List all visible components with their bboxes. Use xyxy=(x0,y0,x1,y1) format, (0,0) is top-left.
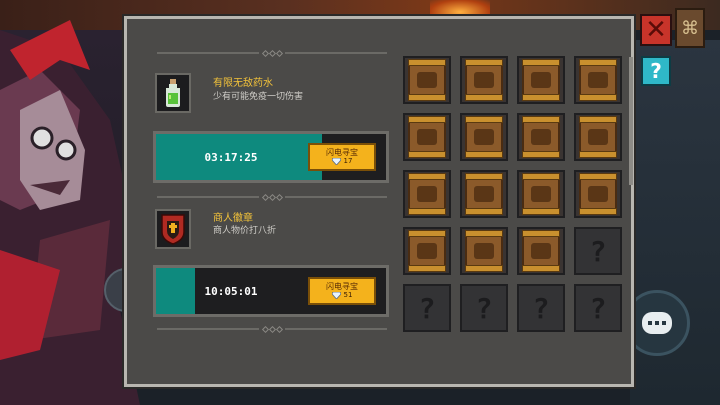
gem-icon xyxy=(331,291,341,299)
treasure-slot-scroll[interactable] xyxy=(403,56,451,104)
timer-text: 10:05:01 xyxy=(204,284,258,298)
treasure-scroll-icon xyxy=(579,116,617,158)
scroll-emblem xyxy=(474,243,494,259)
timer-text: 03:17:25 xyxy=(204,150,258,164)
scroll-emblem xyxy=(531,186,551,202)
cost-display: 17 xyxy=(331,156,353,165)
treasure-slot-scroll[interactable] xyxy=(517,170,565,218)
item-description: 商人物价打八折 xyxy=(213,226,277,236)
scroll-emblem xyxy=(474,129,494,145)
treasure-slot-scroll[interactable] xyxy=(574,56,622,104)
scroll-emblem xyxy=(531,243,551,259)
treasure-slot-scroll[interactable] xyxy=(403,170,451,218)
question-mark-icon: ? xyxy=(532,291,550,325)
treasure-slot-scroll[interactable] xyxy=(517,56,565,104)
grid-scrollbar[interactable] xyxy=(629,57,633,185)
timer-bar: 10:05:01 闪电寻宝 51 xyxy=(153,265,389,317)
treasure-slot-scroll[interactable] xyxy=(460,56,508,104)
question-icon: ? xyxy=(650,59,662,83)
treasure-slot-scroll[interactable] xyxy=(574,113,622,161)
gem-icon xyxy=(331,157,341,165)
flash-treasure-label: 闪电寻宝 xyxy=(326,148,358,158)
divider-middle xyxy=(157,193,387,201)
merchant-character xyxy=(0,20,140,405)
close-button[interactable]: ✕ xyxy=(640,14,672,46)
flash-treasure-button[interactable]: 闪电寻宝 17 xyxy=(308,143,376,171)
treasure-slot-locked[interactable]: ? xyxy=(403,284,451,332)
item-icon-badge xyxy=(155,209,191,249)
treasure-slot-locked[interactable]: ? xyxy=(460,284,508,332)
question-mark-icon: ? xyxy=(475,291,493,325)
scroll-emblem xyxy=(588,72,608,88)
scroll-emblem xyxy=(417,243,437,259)
scroll-emblem xyxy=(588,129,608,145)
potion-icon xyxy=(166,79,180,107)
treasure-scroll-icon xyxy=(579,173,617,215)
treasure-scroll-icon xyxy=(465,59,503,101)
flash-treasure-button[interactable]: 闪电寻宝 51 xyxy=(308,277,376,305)
treasure-slot-locked[interactable]: ? xyxy=(574,284,622,332)
treasure-scroll-icon xyxy=(408,173,446,215)
chat-icon xyxy=(642,312,672,334)
treasure-scroll-icon xyxy=(522,116,560,158)
treasure-scroll-icon xyxy=(522,59,560,101)
treasure-scroll-icon xyxy=(465,230,503,272)
treasure-scroll-icon xyxy=(579,59,617,101)
scroll-emblem xyxy=(474,186,494,202)
treasure-scroll-icon xyxy=(465,116,503,158)
question-mark-icon: ? xyxy=(589,234,607,268)
cost-value: 17 xyxy=(343,156,353,165)
treasure-scroll-icon xyxy=(408,230,446,272)
item-icon-potion xyxy=(155,73,191,113)
help-button[interactable]: ? xyxy=(641,56,671,86)
treasure-scroll-icon xyxy=(465,173,503,215)
scroll-emblem xyxy=(417,129,437,145)
treasure-slot-scroll[interactable] xyxy=(460,227,508,275)
scroll-emblem xyxy=(417,186,437,202)
scroll-menu-button[interactable]: ⌘ xyxy=(675,8,705,48)
scroll-icon: ⌘ xyxy=(681,17,699,39)
question-mark-icon: ? xyxy=(589,291,607,325)
question-mark-icon: ? xyxy=(418,291,436,325)
timer-bar: 03:17:25 闪电寻宝 17 xyxy=(153,131,389,183)
treasure-scroll-icon xyxy=(522,173,560,215)
cost-value: 51 xyxy=(343,290,353,299)
treasure-panel: 有限无敌药水 少有可能免疫一切伤害 03:17:25 闪电寻宝 17 商人徽章 … xyxy=(124,16,634,387)
scroll-emblem xyxy=(588,186,608,202)
treasure-scroll-icon xyxy=(408,116,446,158)
scroll-emblem xyxy=(474,72,494,88)
treasure-slot-scroll[interactable] xyxy=(460,113,508,161)
item-description: 少有可能免疫一切伤害 xyxy=(213,92,304,102)
divider-bottom xyxy=(157,325,387,333)
treasure-slot-locked[interactable]: ? xyxy=(517,284,565,332)
treasure-slot-locked[interactable]: ? xyxy=(574,227,622,275)
item-name: 商人徽章 xyxy=(213,213,253,224)
scroll-emblem xyxy=(531,129,551,145)
merchant-badge-icon xyxy=(161,214,185,245)
scroll-emblem xyxy=(417,72,437,88)
divider-top xyxy=(157,49,387,57)
treasure-slot-scroll[interactable] xyxy=(460,170,508,218)
treasure-slot-scroll[interactable] xyxy=(517,227,565,275)
treasure-scroll-icon xyxy=(522,230,560,272)
treasure-scroll-icon xyxy=(408,59,446,101)
treasure-slot-scroll[interactable] xyxy=(517,113,565,161)
cost-display: 51 xyxy=(331,290,353,299)
scroll-emblem xyxy=(531,72,551,88)
close-icon: ✕ xyxy=(645,15,667,45)
treasure-slot-scroll[interactable] xyxy=(403,113,451,161)
treasure-slot-scroll[interactable] xyxy=(574,170,622,218)
item-name: 有限无敌药水 xyxy=(213,78,273,89)
flash-treasure-label: 闪电寻宝 xyxy=(326,282,358,292)
treasure-slot-scroll[interactable] xyxy=(403,227,451,275)
